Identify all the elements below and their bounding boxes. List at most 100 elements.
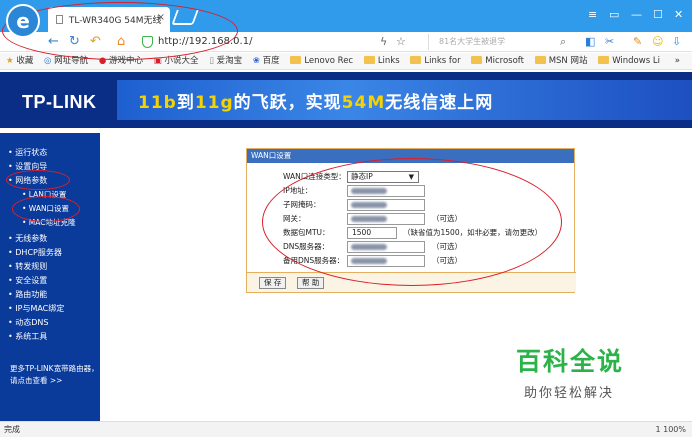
sidebar-item-ip-mac[interactable]: • IP与MAC绑定 xyxy=(8,303,64,314)
bookmark-novels[interactable]: ▣ 小说大全 xyxy=(154,53,199,70)
tplink-banner: TP-LINK 11b到11g的飞跃，实现54M无线信速上网 xyxy=(0,72,692,128)
sidebar-item-system[interactable]: • 系统工具 xyxy=(8,331,47,342)
sidebar-item-ddns[interactable]: • 动态DNS xyxy=(8,317,48,328)
star-icon[interactable]: ☆ xyxy=(396,35,406,48)
redacted-value xyxy=(351,202,387,208)
url-text: http://192.168.0.1/ xyxy=(158,36,253,47)
shield-icon xyxy=(142,36,153,48)
new-tab-button[interactable] xyxy=(171,10,199,25)
sidebar-item-status[interactable]: • 运行状态 xyxy=(8,147,47,158)
watermark: 百科全说 助你轻松解决 xyxy=(516,342,624,401)
bookmarks-more-icon[interactable]: » xyxy=(675,53,680,70)
redacted-value xyxy=(351,258,387,264)
conn-type-label: WAN口连接类型： xyxy=(283,172,346,181)
page-icon: ▯ xyxy=(209,56,214,66)
maximize-icon[interactable]: ☐ xyxy=(653,8,663,21)
minimize-icon[interactable]: — xyxy=(631,8,642,21)
browser-tab[interactable]: TL-WR340G 54M无线 × xyxy=(48,7,170,32)
bookmark-baidu[interactable]: ❀ 百度 xyxy=(253,53,280,70)
skin-icon[interactable]: ▭ xyxy=(609,8,619,21)
zoom-level[interactable]: 1 100% xyxy=(655,422,686,437)
browser-titlebar: TL-WR340G 54M无线 × ≡ ▭ — ☐ ✕ xyxy=(0,0,692,32)
close-window-icon[interactable]: ✕ xyxy=(674,8,683,21)
bookmarks-bar: ★ 收藏 ◎ 网址导航 ● 游戏中心 ▣ 小说大全 ▯ 爱淘宝 ❀ 百度 Len… xyxy=(0,53,692,70)
sidebar-item-network[interactable]: • 网络参数 xyxy=(8,175,47,186)
sidebar-item-wizard[interactable]: • 设置向导 xyxy=(8,161,47,172)
menu-icon[interactable]: ≡ xyxy=(588,8,597,21)
smiley-icon[interactable]: ☺ xyxy=(652,35,663,48)
router-sidebar: • 运行状态 • 设置向导 • 网络参数 • LAN口设置 • WAN口设置 •… xyxy=(0,133,100,421)
form-row-dns: DNS服务器： （可选） xyxy=(283,241,462,253)
form-row-mask: 子网掩码： xyxy=(247,199,576,213)
panel-title: WAN口设置 xyxy=(247,149,574,163)
help-button[interactable]: 帮 助 xyxy=(297,277,325,289)
bookmark-games[interactable]: ● 游戏中心 xyxy=(99,53,143,70)
search-placeholder: 81名大学生被退学 xyxy=(439,37,506,46)
bookmark-favorites[interactable]: ★ 收藏 xyxy=(6,53,33,70)
status-text: 完成 xyxy=(4,425,20,434)
sidebar-item-routing[interactable]: • 路由功能 xyxy=(8,289,47,300)
watermark-title: 百科全说 xyxy=(516,347,625,376)
redacted-value xyxy=(351,216,387,222)
tab-close-icon[interactable]: × xyxy=(157,12,165,23)
sidebar-item-forwarding[interactable]: • 转发规则 xyxy=(8,261,47,272)
bookmark-links[interactable]: Links xyxy=(363,53,400,70)
save-button[interactable]: 保 存 xyxy=(259,277,287,289)
sidebar-item-mac-clone[interactable]: • MAC地址克隆 xyxy=(22,217,76,228)
bookmark-msn[interactable]: MSN 网站 xyxy=(534,53,587,70)
download-icon[interactable]: ⇩ xyxy=(672,35,681,48)
undo-icon[interactable]: ↶ xyxy=(90,34,101,49)
bookmark-taobao[interactable]: ▯ 爱淘宝 xyxy=(209,53,242,70)
mtu-field[interactable]: 1500 xyxy=(347,227,397,239)
sidebar-item-dhcp[interactable]: • DHCP服务器 xyxy=(8,247,62,258)
sidebar-item-security[interactable]: • 安全设置 xyxy=(8,275,47,286)
wan-settings-panel: WAN口设置 WAN口连接类型： 静态IP ▼ IP地址： 子网掩码： 网关： … xyxy=(246,148,576,293)
game-icon: ● xyxy=(98,56,107,66)
folder-icon xyxy=(410,56,422,64)
extension-icon[interactable]: ◧ xyxy=(585,35,595,48)
lightning-icon[interactable]: ϟ xyxy=(380,35,387,48)
brush-icon[interactable]: ✎ xyxy=(633,35,642,48)
form-row-ip: IP地址： xyxy=(247,185,576,199)
form-row-conn-type: WAN口连接类型： 静态IP ▼ xyxy=(247,171,576,185)
folder-icon xyxy=(534,56,546,64)
bookmark-lenovo[interactable]: Lenovo Rec xyxy=(290,53,353,70)
bookmark-windows-live[interactable]: Windows Li xyxy=(598,53,660,70)
book-icon: ▣ xyxy=(153,56,162,66)
paw-icon: ❀ xyxy=(252,56,260,66)
folder-icon xyxy=(290,56,302,64)
home-icon[interactable]: ⌂ xyxy=(117,34,125,49)
banner-slogan: 11b到11g的飞跃，实现54M无线信速上网 xyxy=(138,93,494,113)
search-input[interactable]: 81名大学生被退学 xyxy=(428,34,568,50)
folder-icon xyxy=(598,56,610,64)
tab-title: TL-WR340G 54M无线 xyxy=(68,16,162,26)
redacted-value xyxy=(351,244,387,250)
refresh-icon[interactable]: ↻ xyxy=(69,34,80,49)
conn-type-select[interactable]: 静态IP ▼ xyxy=(347,171,419,183)
star-icon: ★ xyxy=(6,56,14,66)
bookmark-nav[interactable]: ◎ 网址导航 xyxy=(44,53,88,70)
sidebar-help-link[interactable]: 更多TP-LINK宽带路由器，请点击查看 >> xyxy=(10,363,100,387)
bookmark-links-for[interactable]: Links for xyxy=(410,53,461,70)
sidebar-item-wan[interactable]: • WAN口设置 xyxy=(22,203,69,214)
bookmark-microsoft[interactable]: Microsoft xyxy=(471,53,524,70)
panel-footer: 保 存 帮 助 xyxy=(247,272,576,292)
form-row-gateway: 网关： （可选） xyxy=(283,213,462,225)
status-bar: 完成 1 100% xyxy=(0,421,692,437)
chevron-down-icon: ▼ xyxy=(408,173,414,181)
scissors-icon[interactable]: ✂ xyxy=(605,35,614,48)
sidebar-item-wireless[interactable]: • 无线参数 xyxy=(8,233,47,244)
watermark-subtitle: 助你轻松解决 xyxy=(524,386,615,401)
browser-logo-icon: e xyxy=(6,4,40,38)
form-row-mtu: 数据包MTU： 1500 （缺省值为1500，如非必要，请勿更改） xyxy=(283,227,543,239)
search-icon[interactable]: ⌕ xyxy=(560,35,566,49)
folder-icon xyxy=(363,56,375,64)
back-icon[interactable]: ← xyxy=(48,34,59,49)
tplink-logo: TP-LINK xyxy=(22,92,97,112)
sidebar-item-lan[interactable]: • LAN口设置 xyxy=(22,189,66,200)
address-bar: ← ↻ ↶ ⌂ http://192.168.0.1/ ϟ ☆ 81名大学生被退… xyxy=(0,32,692,52)
folder-icon xyxy=(471,56,483,64)
form-row-alt-dns: 备用DNS服务器： （可选） xyxy=(283,255,462,267)
globe-icon: ◎ xyxy=(44,56,52,66)
redacted-value xyxy=(351,188,387,194)
